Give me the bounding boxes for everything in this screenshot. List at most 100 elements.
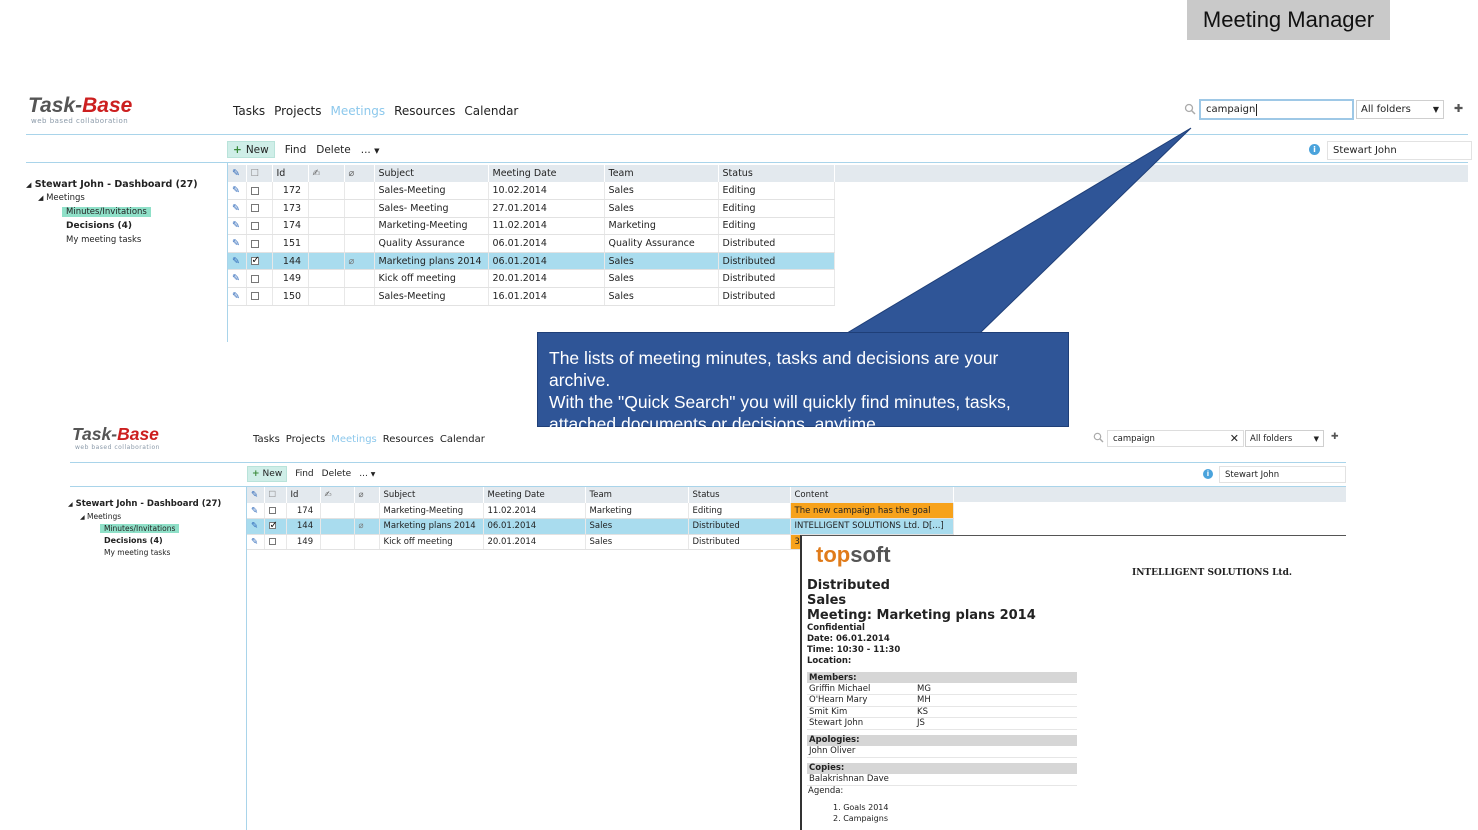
more-button-label: ... [359,469,368,479]
pencil-icon[interactable]: ✎ [251,506,258,516]
cell-content: The new campaign has the goal [790,503,954,520]
pencil-icon[interactable]: ✎ [251,521,258,531]
plus-icon: + [252,469,260,479]
table-row[interactable]: ✎ 144 ⌀ Marketing plans 201406.01.2014Sales… [247,518,954,535]
copies-header: Copies: [807,762,1077,774]
col-content[interactable]: Content [790,487,954,503]
checkbox-header-icon: ☐ [268,490,277,500]
apology-name: John Oliver [807,745,915,758]
cell-status: Distributed [688,534,791,551]
document-company: INTELLIGENT SOLUTIONS Ltd. [1132,568,1293,578]
nav-resources[interactable]: Resources [383,434,434,445]
user-select-2[interactable]: Stewart John [1219,466,1346,483]
cell-team: Sales [585,518,689,535]
doc-team: Sales [807,593,847,608]
find-button[interactable]: Find [295,469,313,479]
brand-part1: top [816,542,851,567]
attachment-icon[interactable]: ⌀ [359,521,364,531]
nav-meetings[interactable]: Meetings [331,434,377,445]
more-button[interactable]: ... ▼ [359,469,375,479]
doc-date: Date: 06.01.2014 [807,634,890,644]
row-checkbox[interactable] [268,537,276,545]
agenda-item-2-text: Campaigns [843,813,888,823]
col-id[interactable]: Id [286,487,321,503]
topsoft-logo: topsoft [816,542,891,568]
col-select[interactable]: ☐ [264,487,287,503]
logo-text-part1: Task- [72,424,118,444]
tree-meetings[interactable]: ◢ Meetings [80,512,221,524]
member-row: Griffin Michael MG [807,683,1077,695]
col-date[interactable]: Meeting Date [483,487,586,503]
tree-minutes-label: Minutes/Invitations [100,524,180,533]
members-table: Members: Griffin Michael MG O'Hearn Mary MH… [807,672,1077,730]
doc-status: Distributed [807,578,890,593]
collapse-icon[interactable]: ◢ [68,501,73,508]
callout-line-3: attached documents or decisions, anytime… [549,414,881,434]
document-preview: topsoft INTELLIGENT SOLUTIONS Ltd. Distr… [800,535,1346,830]
clear-icon[interactable]: ✕ [1230,432,1239,445]
agenda-label: Agenda: [808,785,844,796]
pencil-icon[interactable]: ✎ [251,537,258,547]
col-team[interactable]: Team [585,487,689,503]
row-checkbox[interactable] [268,506,276,514]
cell-id: 144 [286,518,321,535]
cell-team: Sales [585,534,689,551]
cell-id: 149 [286,534,321,551]
search-input-value: campaign [1113,433,1155,444]
add-icon[interactable]: ✚ [1331,432,1339,442]
search-input-2[interactable]: campaign ✕ [1107,430,1244,447]
cell-subject: Marketing plans 2014 [379,518,484,535]
col-edit: ✎ [247,487,265,503]
folder-tree-2: ◢ Stewart John - Dashboard (27) ◢ Meetin… [68,499,221,560]
member-name: Smit Kim [807,706,915,718]
chevron-down-icon: ▼ [1313,434,1319,443]
tree-minutes[interactable]: Minutes/Invitations [100,524,221,536]
tree-root[interactable]: ◢ Stewart John - Dashboard (27) [68,499,221,512]
cell-team: Marketing [585,503,689,520]
logo-text-part2: Base [117,424,159,444]
members-header: Members: [807,672,1077,683]
member-code: KS [915,706,943,718]
header-divider-2 [70,462,1346,463]
logo-subtitle: web based collaboration [75,443,160,451]
cell-status: Editing [688,503,791,520]
member-code: JS [915,717,943,730]
info-icon[interactable]: i [1203,469,1213,479]
tree-meetings-label: Meetings [87,512,122,521]
tree-my-tasks[interactable]: My meeting tasks [104,548,221,560]
row-checkbox[interactable] [268,520,278,531]
cell-id: 174 [286,503,321,520]
copies-table: Copies: Balakrishnan Dave [807,762,1077,786]
cell-date: 06.01.2014 [483,518,586,535]
member-name: Stewart John [807,717,915,730]
col-subject[interactable]: Subject [379,487,484,503]
tree-root-label: Stewart John - Dashboard (27) [75,499,222,509]
agenda-item-1: 1. Goals 2014 [833,802,889,812]
grid-header-row: ✎ ☐ Id ✍ ⌀ Subject Meeting Date Team Sta… [247,487,954,503]
document-body: Distributed Sales Meeting: Marketing pla… [807,578,1077,824]
attachment-icon: ⌀ [358,490,364,500]
doc-confidential: Confidential [807,623,865,633]
member-code: MH [915,694,943,707]
nav-projects[interactable]: Projects [286,434,325,445]
table-row[interactable]: ✎ 174 Marketing-Meeting 11.02.2014 Marketing… [247,503,954,520]
callout: The lists of meeting minutes, tasks and … [537,332,1069,434]
cell-date: 20.01.2014 [483,534,586,551]
app-logo-2[interactable]: Task-Base web based collaboration [72,424,160,451]
delete-button[interactable]: Delete [322,469,352,479]
col-status[interactable]: Status [688,487,791,503]
nav-tasks[interactable]: Tasks [253,434,280,445]
search-icon[interactable] [1093,432,1104,443]
apologies-header: Apologies: [807,734,1077,746]
apologies-table: Apologies: John Oliver [807,734,1077,758]
new-button-label: New [262,469,283,479]
new-button[interactable]: + New [247,466,288,482]
brand-part2: soft [850,542,891,567]
folder-select-2[interactable]: All folders ▼ [1245,430,1324,447]
doc-time: Time: 10:30 - 11:30 [807,645,901,655]
callout-line-2: With the "Quick Search" you will quickly… [549,392,1011,412]
cell-content: INTELLIGENT SOLUTIONS Ltd. D[...] [790,518,954,535]
tree-decisions[interactable]: Decisions (4) [104,536,221,548]
nav-calendar[interactable]: Calendar [440,434,485,445]
collapse-icon[interactable]: ◢ [80,514,85,521]
